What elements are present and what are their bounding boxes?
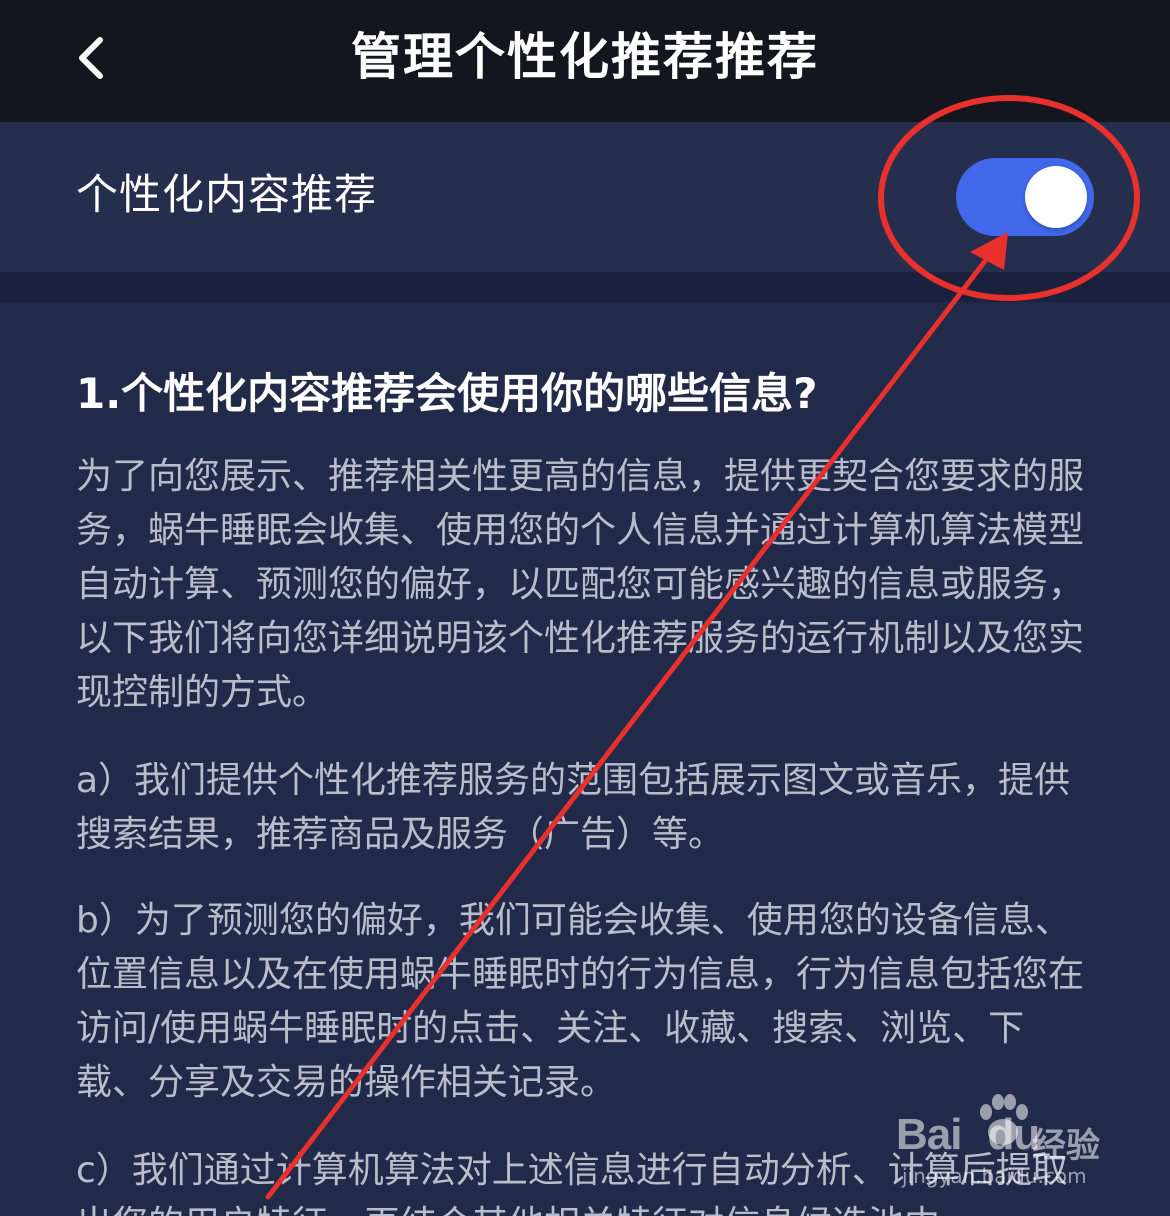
policy-content[interactable]: 1.个性化内容推荐会使用你的哪些信息? 为了向您展示、推荐相关性更高的信息，提供… bbox=[0, 302, 1170, 1216]
navigation-header: 管理个性化推荐推荐 bbox=[0, 0, 1170, 122]
intro-paragraph: 为了向您展示、推荐相关性更高的信息，提供更契合您要求的服务，蜗牛睡眠会收集、使用… bbox=[76, 456, 1085, 713]
section-title: 1.个性化内容推荐会使用你的哪些信息? bbox=[76, 369, 818, 418]
toggle-knob bbox=[1025, 166, 1087, 228]
paragraph-c: c）我们通过计算机算法对上述信息进行自动分析、计算后提取出您的用户特征，再结合其… bbox=[76, 1150, 1068, 1216]
paragraph-b: b）为了预测您的偏好，我们可能会收集、使用您的设备信息、位置信息以及在使用蜗牛睡… bbox=[76, 900, 1085, 1103]
personalized-recommendation-toggle[interactable] bbox=[956, 158, 1094, 236]
paragraph-a: a）我们提供个性化推荐服务的范围包括展示图文或音乐，提供搜索结果，推荐商品及服务… bbox=[76, 760, 1071, 855]
section-divider bbox=[0, 272, 1170, 302]
personalized-recommendation-row: 个性化内容推荐 bbox=[0, 122, 1170, 272]
page-title: 管理个性化推荐推荐 bbox=[351, 28, 819, 86]
toggle-label: 个性化内容推荐 bbox=[76, 170, 378, 219]
